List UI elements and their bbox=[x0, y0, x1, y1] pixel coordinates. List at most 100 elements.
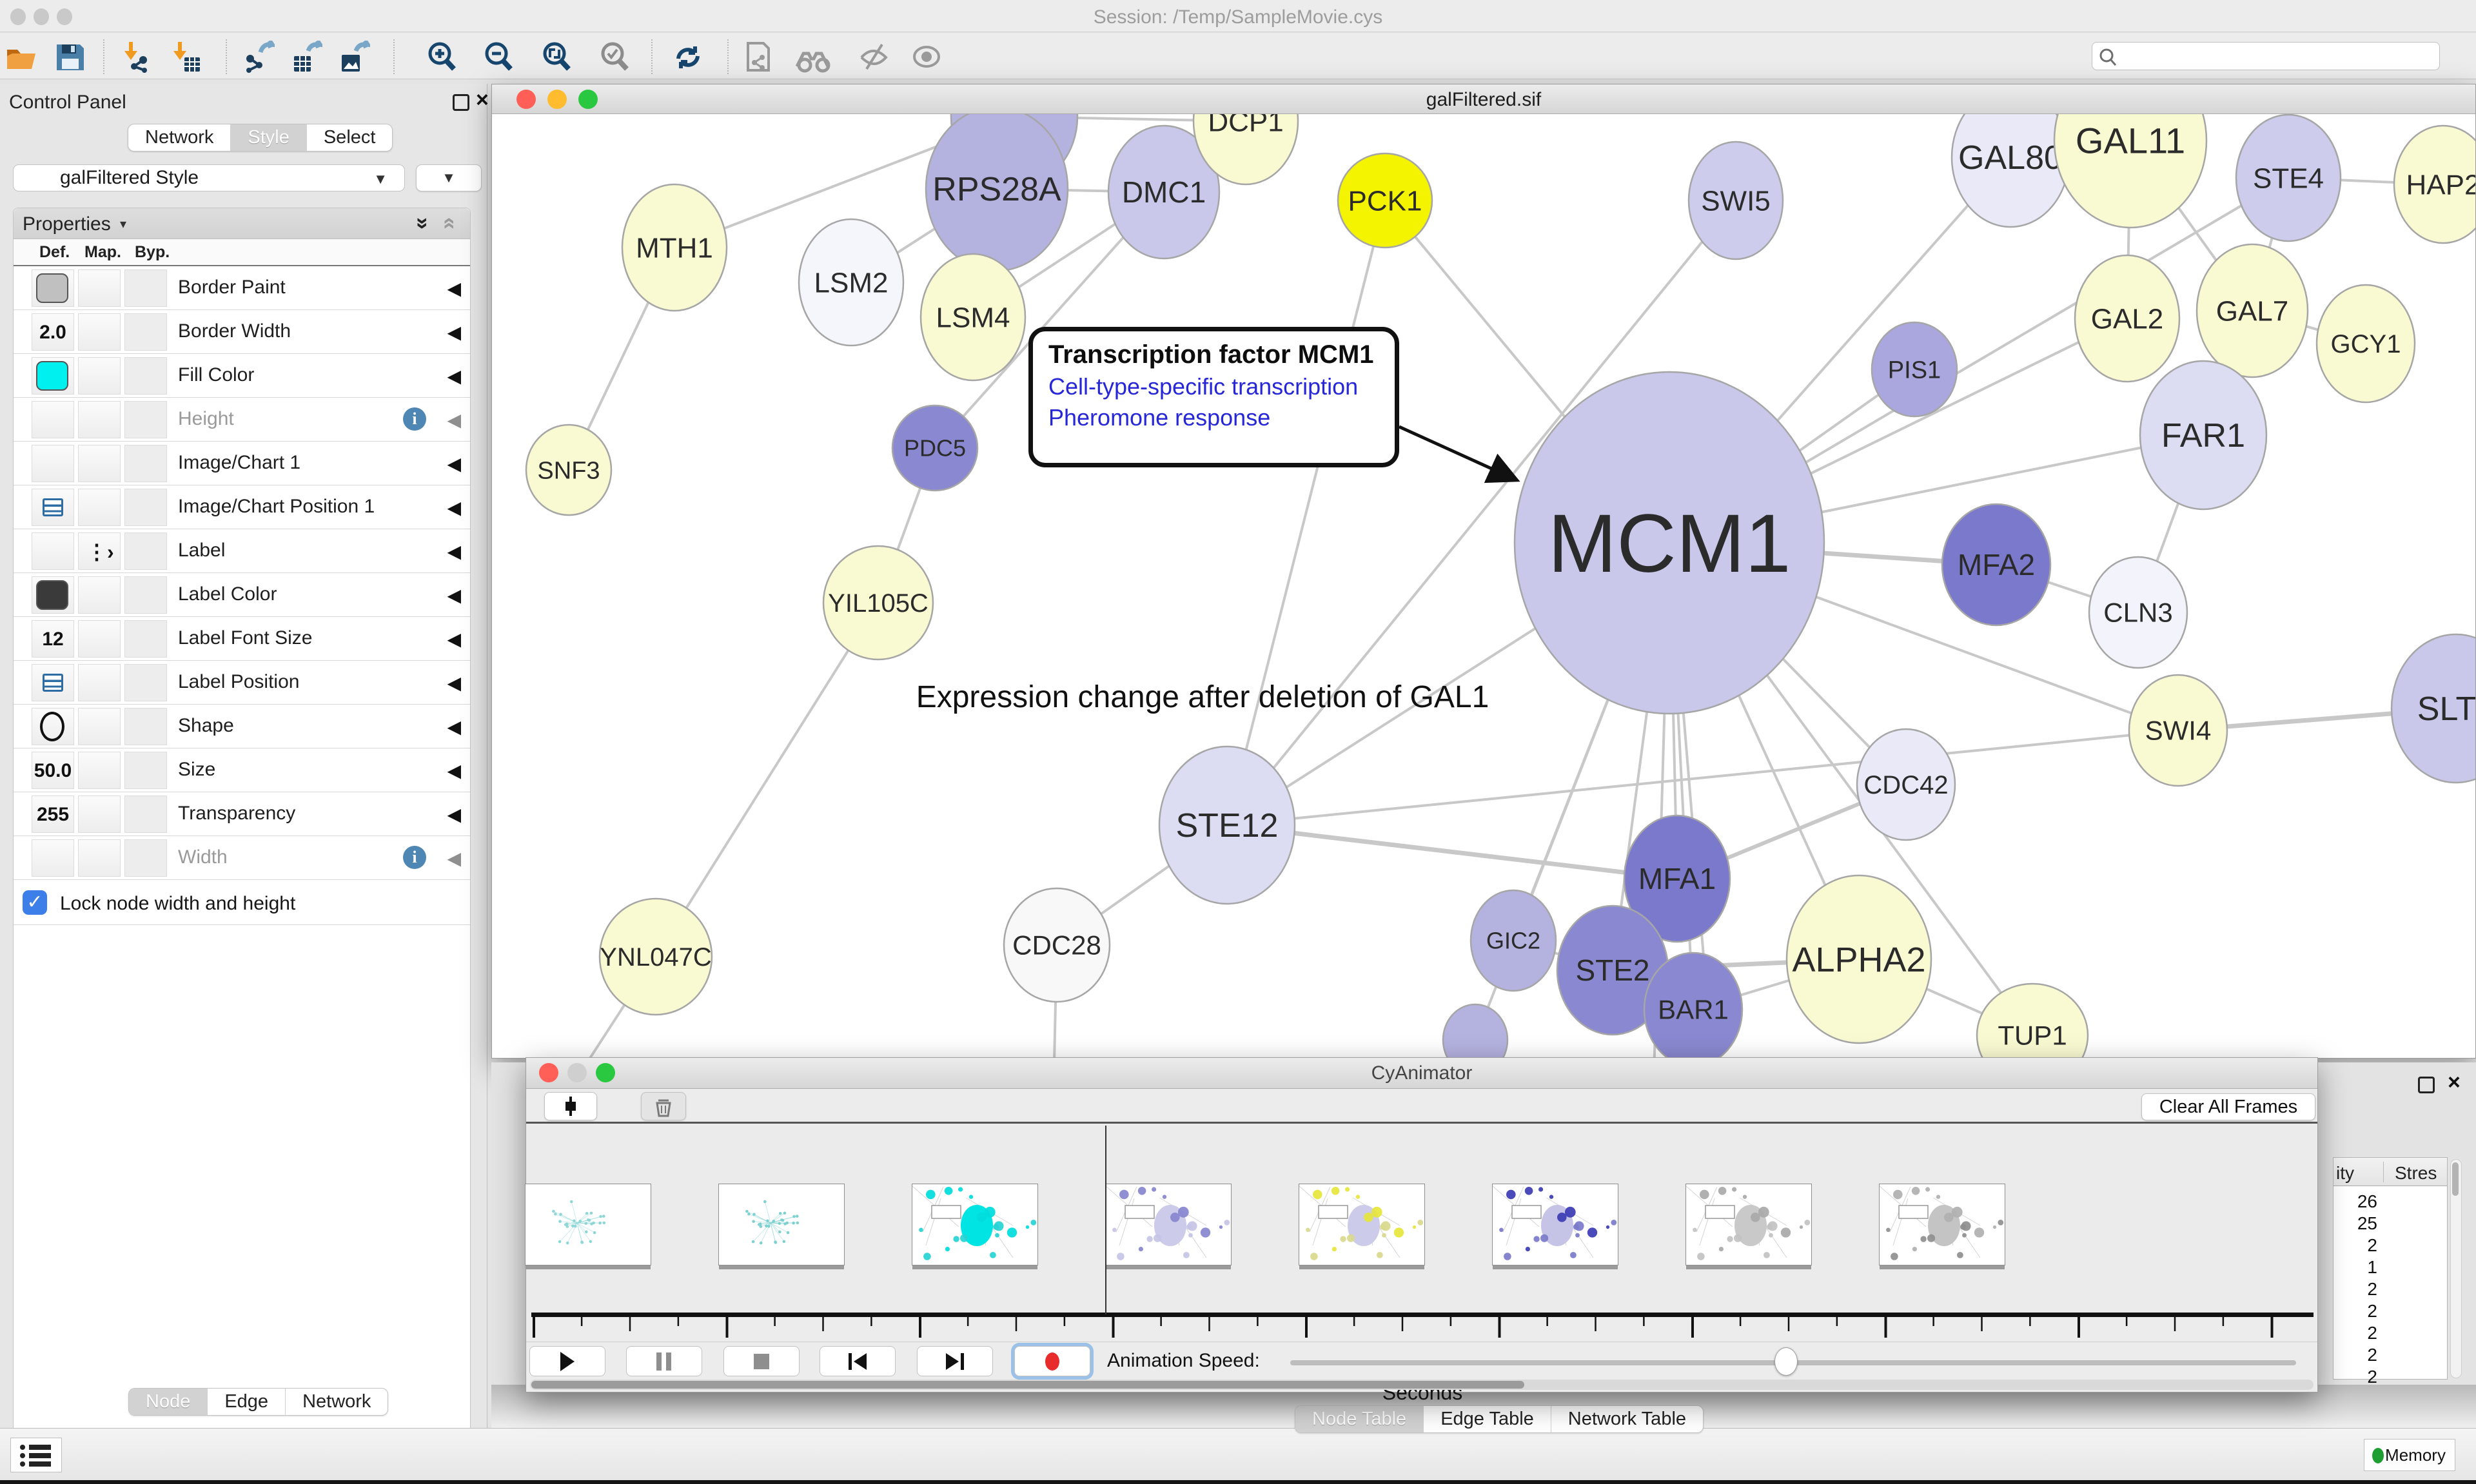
close-panel-icon[interactable]: × bbox=[476, 92, 489, 108]
property-row[interactable]: Heighti ◀ bbox=[14, 398, 470, 442]
table-cell[interactable]: 2 bbox=[2339, 1235, 2377, 1256]
expand-row-icon[interactable]: ◀ bbox=[447, 804, 461, 825]
properties-header[interactable]: Properties▾ » « bbox=[14, 208, 470, 239]
tab-edge[interactable]: Edge bbox=[207, 1389, 285, 1415]
table-cell[interactable]: 1 bbox=[2339, 1257, 2377, 1278]
animation-frame-4[interactable] bbox=[1105, 1184, 1232, 1265]
node-table-header[interactable]: ity Stres bbox=[2334, 1158, 2447, 1186]
tab-network[interactable]: Network bbox=[285, 1389, 388, 1415]
property-row[interactable]: 2.0 Border Width ◀ bbox=[14, 310, 470, 354]
expand-row-icon[interactable]: ◀ bbox=[447, 629, 461, 650]
property-row[interactable]: Image/Chart 1 ◀ bbox=[14, 442, 470, 485]
property-row[interactable]: 255 Transparency ◀ bbox=[14, 792, 470, 836]
add-frame-button[interactable] bbox=[544, 1092, 597, 1120]
expand-all-icon[interactable]: » bbox=[410, 217, 435, 229]
property-row[interactable]: Shape ◀ bbox=[14, 705, 470, 748]
table-cell[interactable]: 26 bbox=[2339, 1191, 2377, 1212]
property-row[interactable]: Label Position ◀ bbox=[14, 661, 470, 705]
previous-frame-button[interactable] bbox=[820, 1346, 896, 1376]
property-row[interactable]: Widthi ◀ bbox=[14, 836, 470, 880]
animation-frame-1[interactable] bbox=[525, 1184, 651, 1265]
timeline-playhead[interactable] bbox=[1105, 1126, 1106, 1314]
info-icon[interactable]: i bbox=[403, 846, 426, 869]
property-row[interactable]: Image/Chart Position 1 ◀ bbox=[14, 485, 470, 529]
export-network-icon[interactable] bbox=[242, 41, 275, 73]
ellipse-shape-icon[interactable] bbox=[40, 712, 64, 741]
zoom-in-icon[interactable] bbox=[426, 41, 458, 73]
animation-frame-5[interactable] bbox=[1299, 1184, 1425, 1265]
next-frame-button[interactable] bbox=[917, 1346, 993, 1376]
animation-frame-3[interactable] bbox=[912, 1184, 1038, 1265]
expand-row-icon[interactable]: ◀ bbox=[447, 672, 461, 694]
stop-button[interactable] bbox=[723, 1346, 800, 1376]
network-canvas[interactable]: RPS28ADMC1DCP1PCK1SWI5GAL80GAL11STE4HAP2… bbox=[492, 114, 2475, 1058]
search-input[interactable] bbox=[2092, 42, 2440, 70]
network-node[interactable] bbox=[1443, 1004, 1508, 1058]
expand-row-icon[interactable]: ◀ bbox=[447, 322, 461, 343]
expand-row-icon[interactable]: ◀ bbox=[447, 585, 461, 606]
clear-all-frames-button[interactable]: Clear All Frames bbox=[2141, 1093, 2315, 1120]
hide-selected-icon[interactable] bbox=[858, 41, 890, 73]
network-window-titlebar[interactable]: galFiltered.sif bbox=[492, 84, 2475, 114]
property-row[interactable]: 50.0 Size ◀ bbox=[14, 748, 470, 792]
table-scrollbar[interactable] bbox=[2450, 1159, 2462, 1378]
mapping-icon[interactable]: ⋮› bbox=[86, 540, 114, 564]
zoom-fit-icon[interactable] bbox=[540, 41, 573, 73]
zoom-out-icon[interactable] bbox=[482, 41, 515, 73]
position-icon[interactable] bbox=[43, 674, 63, 692]
expand-row-icon[interactable]: ◀ bbox=[447, 716, 461, 737]
delete-frame-button[interactable] bbox=[641, 1092, 686, 1120]
expand-row-icon[interactable]: ◀ bbox=[447, 541, 461, 562]
table-cell[interactable]: 25 bbox=[2339, 1213, 2377, 1234]
export-image-icon[interactable] bbox=[338, 41, 370, 73]
float-panel-icon[interactable] bbox=[453, 94, 469, 111]
timeline-scrollbar[interactable] bbox=[530, 1380, 2314, 1390]
animation-frame-6[interactable] bbox=[1492, 1184, 1618, 1265]
info-icon[interactable]: i bbox=[403, 407, 426, 431]
canvas-text-annotation[interactable]: Expression change after deletion of GAL1 bbox=[916, 680, 1489, 714]
import-table-icon[interactable] bbox=[169, 41, 201, 73]
table-cell[interactable]: 2 bbox=[2339, 1367, 2377, 1387]
style-options-button[interactable]: ▼ bbox=[416, 164, 482, 191]
animation-speed-thumb[interactable] bbox=[1774, 1347, 1798, 1376]
expand-row-icon[interactable]: ◀ bbox=[447, 366, 461, 387]
table-cell[interactable]: 2 bbox=[2339, 1323, 2377, 1343]
property-row[interactable]: Label Color ◀ bbox=[14, 573, 470, 617]
table-cell[interactable]: 2 bbox=[2339, 1345, 2377, 1365]
expand-row-icon[interactable]: ◀ bbox=[447, 278, 461, 299]
expand-row-icon[interactable]: ◀ bbox=[447, 409, 461, 431]
style-selector[interactable]: galFiltered Style▼ bbox=[13, 164, 405, 191]
refresh-icon[interactable] bbox=[672, 41, 704, 73]
animation-frame-2[interactable] bbox=[718, 1184, 845, 1265]
expand-row-icon[interactable]: ◀ bbox=[447, 760, 461, 781]
property-row[interactable]: 12 Label Font Size ◀ bbox=[14, 617, 470, 661]
record-button[interactable] bbox=[1014, 1346, 1090, 1376]
show-all-icon[interactable] bbox=[910, 41, 943, 73]
task-history-button[interactable] bbox=[10, 1438, 62, 1472]
animation-frame-7[interactable] bbox=[1685, 1184, 1812, 1265]
open-session-icon[interactable] bbox=[5, 41, 37, 73]
default-swatch[interactable] bbox=[36, 361, 68, 391]
expand-row-icon[interactable]: ◀ bbox=[447, 497, 461, 518]
expand-row-icon[interactable]: ◀ bbox=[447, 848, 461, 869]
property-row[interactable]: Border Paint ◀ bbox=[14, 266, 470, 310]
expand-row-icon[interactable]: ◀ bbox=[447, 453, 461, 474]
animation-frame-8[interactable] bbox=[1879, 1184, 2005, 1265]
memory-button[interactable]: Memory bbox=[2364, 1439, 2455, 1471]
save-session-icon[interactable] bbox=[54, 41, 86, 73]
property-row[interactable]: ⋮› Label ◀ bbox=[14, 529, 470, 573]
first-neighbors-icon[interactable] bbox=[794, 41, 827, 73]
close-table-panel-icon[interactable]: × bbox=[2448, 1074, 2461, 1091]
collapse-all-icon[interactable]: « bbox=[437, 217, 462, 229]
tab-network[interactable]: Network bbox=[128, 124, 230, 151]
default-swatch[interactable] bbox=[36, 580, 68, 610]
table-cell[interactable]: 2 bbox=[2339, 1301, 2377, 1322]
export-table-icon[interactable] bbox=[290, 41, 322, 73]
cyanimator-titlebar[interactable]: CyAnimator bbox=[526, 1058, 2317, 1089]
zoom-selected-icon[interactable] bbox=[598, 41, 631, 73]
tab-select[interactable]: Select bbox=[306, 124, 393, 151]
position-icon[interactable] bbox=[43, 498, 63, 516]
annotation-link[interactable]: Pheromone response bbox=[1048, 404, 1395, 431]
default-swatch[interactable] bbox=[36, 273, 68, 303]
pause-button[interactable] bbox=[626, 1346, 702, 1376]
